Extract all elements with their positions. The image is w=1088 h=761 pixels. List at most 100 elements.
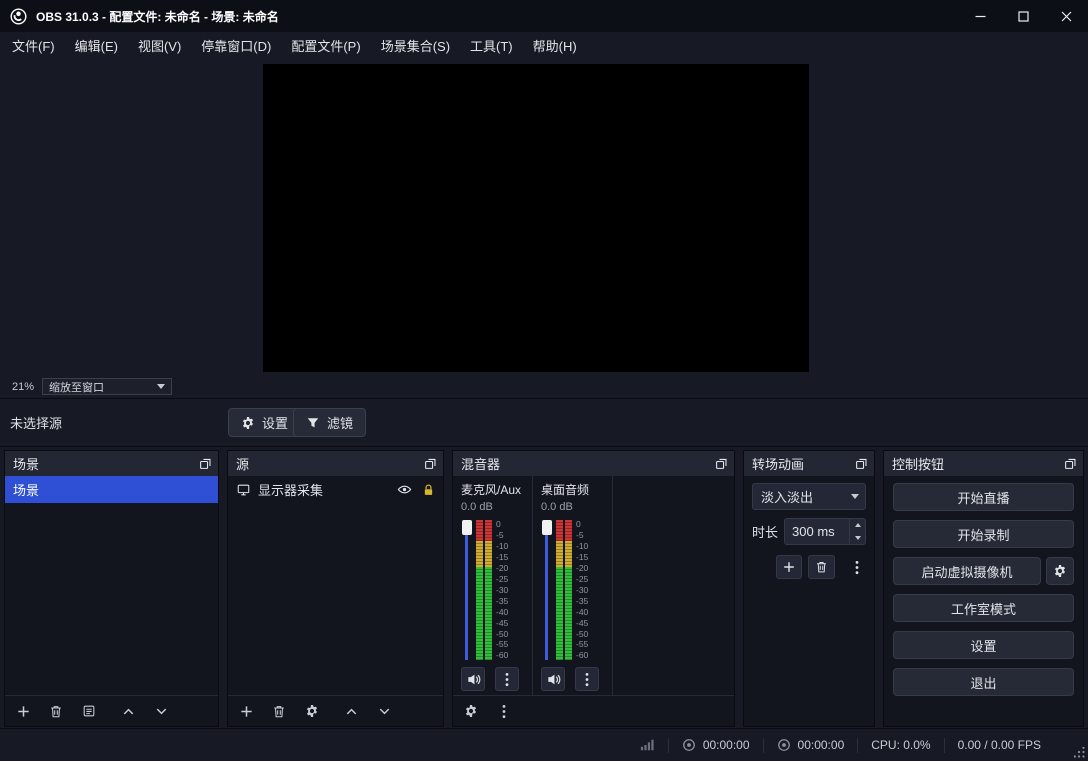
gear-icon (1054, 565, 1066, 577)
resize-grip[interactable] (1074, 747, 1085, 758)
controls-dock-header[interactable]: 控制按钮 (884, 451, 1083, 476)
mute-button[interactable] (541, 667, 565, 691)
scale-tick: -25 (496, 573, 509, 584)
start-streaming-button[interactable]: 开始直播 (893, 483, 1074, 511)
stream-status-icon (682, 739, 695, 751)
scale-tick: -30 (576, 584, 589, 595)
volume-fader (461, 520, 473, 660)
close-button[interactable] (1045, 0, 1088, 32)
sources-dock-header[interactable]: 源 (228, 451, 443, 476)
popout-dock-icon[interactable] (1064, 457, 1077, 470)
transition-options-button[interactable] (849, 555, 866, 579)
stream-timer: 00:00:00 (669, 738, 763, 752)
scale-tick: -55 (576, 639, 589, 650)
kebab-icon (502, 704, 506, 718)
add-scene-button[interactable] (14, 702, 32, 720)
fader-handle[interactable] (542, 520, 552, 535)
move-scene-up-button[interactable] (119, 702, 137, 720)
exit-label: 退出 (970, 675, 997, 691)
chevron-up-icon (854, 523, 861, 528)
meter-bar (476, 520, 483, 660)
maximize-icon (1018, 10, 1029, 22)
dock-area: 场景 场景 源 显示器采集 混音器 麦克风/Aux 0.0 dB 0 -5 -1… (0, 447, 1088, 728)
volume-fader (541, 520, 553, 660)
meter-red-zone (485, 520, 492, 541)
mixer-channel-desktop: 桌面音频 0.0 dB 0 -5 -10 -15 -20 -25 -30 -35… (533, 476, 613, 695)
scale-tick: -30 (496, 584, 509, 595)
fps-counter: 0.00 / 0.00 FPS (957, 738, 1041, 752)
zoom-mode-select[interactable]: 缩放至窗口 (42, 378, 173, 395)
preview-canvas[interactable] (263, 64, 809, 372)
menu-file[interactable]: 文件(F) (2, 32, 65, 59)
remove-source-button[interactable] (270, 702, 288, 720)
source-properties-button[interactable]: 设置 (228, 408, 302, 437)
source-filters-button[interactable]: 滤镜 (293, 408, 367, 437)
popout-dock-icon[interactable] (855, 457, 868, 470)
menu-help[interactable]: 帮助(H) (523, 32, 587, 59)
popout-dock-icon[interactable] (199, 457, 212, 470)
scene-list-item[interactable]: 场景 (5, 476, 218, 503)
remove-scene-button[interactable] (47, 702, 65, 720)
transitions-dock: 转场动画 淡入淡出 时长 300 ms (743, 450, 875, 727)
menu-edit[interactable]: 编辑(E) (65, 32, 128, 59)
scale-tick: -45 (576, 617, 589, 628)
channel-options-button[interactable] (575, 667, 599, 691)
settings-button[interactable]: 设置 (893, 631, 1074, 659)
add-transition-button[interactable] (776, 555, 803, 579)
scene-filters-icon (83, 705, 95, 717)
spin-up-button[interactable] (850, 519, 865, 532)
mixer-settings-button[interactable] (462, 702, 480, 720)
add-source-button[interactable] (237, 702, 255, 720)
eye-visible-icon[interactable] (397, 482, 412, 497)
lock-icon[interactable] (422, 483, 435, 497)
popout-dock-icon[interactable] (424, 457, 437, 470)
preview-zoom-row: 21% 缩放至窗口 (12, 378, 173, 395)
virtual-camera-config-button[interactable] (1046, 557, 1074, 585)
volume-meter: 0 -5 -10 -15 -20 -25 -30 -35 -40 -45 -50… (541, 520, 612, 660)
gear-icon (242, 416, 254, 429)
zoom-mode-value: 缩放至窗口 (49, 381, 105, 394)
fader-handle[interactable] (462, 520, 472, 535)
exit-button[interactable]: 退出 (893, 668, 1074, 696)
volume-meter: 0 -5 -10 -15 -20 -25 -30 -35 -40 -45 -50… (461, 520, 532, 660)
move-source-up-button[interactable] (342, 702, 360, 720)
controls-dock-title: 控制按钮 (892, 457, 945, 472)
scale-tick: -40 (496, 606, 509, 617)
maximize-button[interactable] (1002, 0, 1045, 32)
spin-down-button[interactable] (850, 532, 865, 545)
popout-dock-icon[interactable] (715, 457, 728, 470)
menu-docks[interactable]: 停靠窗口(D) (191, 32, 281, 59)
start-streaming-label: 开始直播 (957, 490, 1010, 506)
start-virtual-camera-button[interactable]: 启动虚拟摄像机 (893, 557, 1041, 585)
menu-tools[interactable]: 工具(T) (460, 32, 523, 59)
transition-select[interactable]: 淡入淡出 (752, 483, 866, 510)
cpu-usage: CPU: 0.0% (871, 738, 931, 752)
move-scene-down-button[interactable] (152, 702, 170, 720)
titlebar: OBS 31.0.3 - 配置文件: 未命名 - 场景: 未命名 (0, 0, 1088, 32)
start-virtual-camera-label: 启动虚拟摄像机 (921, 564, 1013, 580)
mixer-options-button[interactable] (495, 702, 513, 720)
transitions-dock-header[interactable]: 转场动画 (744, 451, 874, 476)
source-list-item[interactable]: 显示器采集 (228, 476, 443, 503)
scale-tick: -35 (496, 595, 509, 606)
menu-view[interactable]: 视图(V) (128, 32, 191, 59)
mute-button[interactable] (461, 667, 485, 691)
channel-options-button[interactable] (495, 667, 519, 691)
start-recording-button[interactable]: 开始录制 (893, 520, 1074, 548)
studio-mode-button[interactable]: 工作室模式 (893, 594, 1074, 622)
move-source-down-button[interactable] (375, 702, 393, 720)
channel-volume-db: 0.0 dB (461, 501, 493, 513)
menu-profile[interactable]: 配置文件(P) (281, 32, 370, 59)
menu-scene-collection[interactable]: 场景集合(S) (371, 32, 460, 59)
record-timer: 00:00:00 (764, 738, 858, 752)
source-properties-toolbar-button[interactable] (303, 702, 321, 720)
duration-spinbox[interactable]: 300 ms (784, 518, 866, 545)
remove-transition-button[interactable] (808, 555, 835, 579)
meter-red-zone (476, 520, 483, 541)
gear-icon (465, 705, 477, 717)
scenes-dock-header[interactable]: 场景 (5, 451, 218, 476)
scene-filters-button[interactable] (80, 702, 98, 720)
mixer-dock-header[interactable]: 混音器 (453, 451, 734, 476)
controls-body: 开始直播 开始录制 启动虚拟摄像机 工作室模式 设置 退出 (884, 476, 1083, 726)
minimize-button[interactable] (959, 0, 1002, 32)
